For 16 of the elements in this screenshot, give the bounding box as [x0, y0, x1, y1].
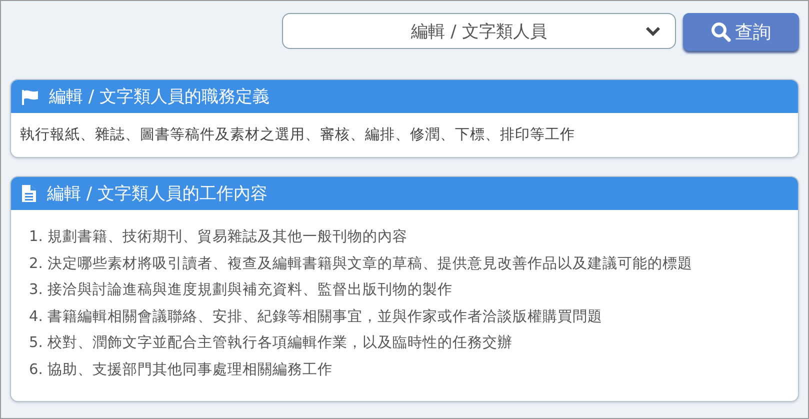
panel-title: 編輯 / 文字類人員的職務定義	[49, 86, 270, 108]
duty-item: 4. 書籍編輯相關會議聯絡、安排、紀錄等相關事宜，並與作家或作者洽談版權購買問題	[29, 308, 604, 326]
duty-item: 1. 規劃書籍、技術期刊、貿易雜誌及其他一般刊物的內容	[29, 228, 408, 247]
duty-item: 5. 校對、潤飾文字並配合主管執行各項編輯作業，以及臨時性的任務交辦	[29, 334, 514, 353]
category-select[interactable]: 編輯 / 文字類人員	[282, 13, 676, 49]
chevron-down-icon	[645, 26, 661, 36]
duty-item: 3. 接洽與討論進稿與進度規劃與補充資料、監督出版刊物的製作	[29, 280, 454, 300]
duty-item: 6. 協助、支援部門其他同事處理相關編務工作	[29, 360, 334, 380]
document-icon	[21, 184, 37, 203]
flag-icon	[21, 88, 39, 104]
search-button[interactable]: 查詢	[683, 13, 799, 51]
search-icon	[711, 22, 731, 42]
definition-text: 執行報紙、雜誌、圖書等稿件及素材之選用、審核、編排、修潤、下標、排印等工作	[19, 126, 576, 145]
select-value: 編輯 / 文字類人員	[410, 20, 548, 42]
panel-title: 編輯 / 文字類人員的工作內容	[47, 183, 268, 205]
duty-item: 2. 決定哪些素材將吸引讀者、複查及編輯書籍與文章的草稿、提供意見改善作品以及建議可能的標題	[29, 254, 694, 274]
